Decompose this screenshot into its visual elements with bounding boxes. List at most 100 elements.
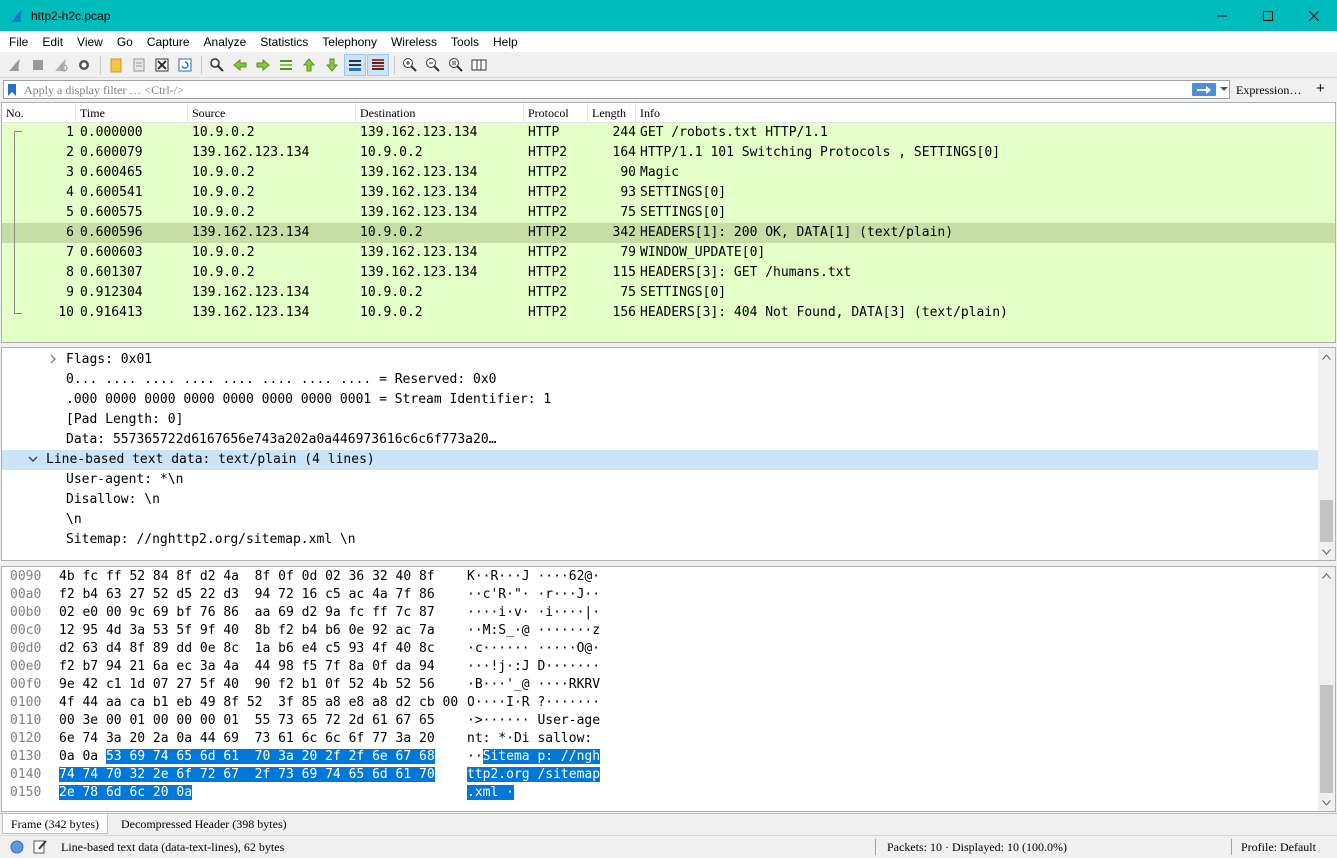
go-forward-button[interactable] bbox=[252, 54, 274, 76]
menu-view[interactable]: View bbox=[70, 35, 110, 49]
menu-go[interactable]: Go bbox=[110, 35, 140, 49]
ascii-bytes[interactable]: ttp2.org /sitemap bbox=[467, 767, 601, 782]
detail-tree-item[interactable]: \n bbox=[2, 510, 1320, 530]
hex-bytes[interactable]: 6e 74 3a 20 2a 0a 44 69 73 61 6c 6c 6f 7… bbox=[59, 731, 435, 746]
zoom-out-button[interactable] bbox=[422, 54, 444, 76]
restart-capture-button[interactable] bbox=[50, 54, 72, 76]
menu-analyze[interactable]: Analyze bbox=[197, 35, 254, 49]
detail-tree-item[interactable]: Sitemap: //nghttp2.org/sitemap.xml \n bbox=[2, 530, 1320, 550]
chevron-down-icon[interactable] bbox=[1219, 84, 1229, 94]
chevron-right-icon[interactable] bbox=[49, 353, 57, 365]
packet-row[interactable]: 5 0.600575 10.9.0.2 139.162.123.134 HTTP2 75 S… bbox=[2, 203, 1335, 223]
menu-wireless[interactable]: Wireless bbox=[384, 35, 444, 49]
detail-tree-item[interactable]: Disallow: \n bbox=[2, 490, 1320, 510]
packet-row[interactable]: 8 0.601307 10.9.0.2 139.162.123.134 HTTP2 115… bbox=[2, 263, 1335, 283]
save-file-button[interactable] bbox=[128, 54, 150, 76]
capture-options-button[interactable] bbox=[73, 54, 95, 76]
close-file-button[interactable] bbox=[151, 54, 173, 76]
detail-tree-item[interactable]: Line-based text data: text/plain (4 line… bbox=[2, 450, 1320, 470]
details-scrollbar[interactable] bbox=[1318, 348, 1335, 560]
go-to-packet-button[interactable] bbox=[275, 54, 297, 76]
profile-label[interactable]: Profile: Default bbox=[1241, 840, 1316, 855]
close-button[interactable] bbox=[1291, 0, 1337, 31]
ascii-bytes[interactable]: ····i·v· ·i····|· bbox=[467, 605, 600, 620]
go-back-button[interactable] bbox=[229, 54, 251, 76]
column-header-info[interactable]: Info bbox=[640, 106, 660, 121]
column-header-source[interactable]: Source bbox=[192, 106, 225, 121]
zoom-normal-button[interactable] bbox=[445, 54, 467, 76]
menu-file[interactable]: File bbox=[2, 35, 35, 49]
detail-tree-item[interactable]: 0... .... .... .... .... .... .... .... … bbox=[2, 370, 1320, 390]
resize-columns-button[interactable] bbox=[468, 54, 490, 76]
find-packet-button[interactable] bbox=[206, 54, 228, 76]
open-file-button[interactable] bbox=[105, 54, 127, 76]
column-header-protocol[interactable]: Protocol bbox=[528, 106, 569, 121]
start-capture-button[interactable] bbox=[4, 54, 26, 76]
details-scroll-thumb[interactable] bbox=[1320, 500, 1333, 542]
auto-scroll-button[interactable] bbox=[344, 54, 366, 76]
packet-row[interactable]: 1 0.000000 10.9.0.2 139.162.123.134 HTTP 244 G… bbox=[2, 123, 1335, 143]
column-header-length[interactable]: Length bbox=[592, 106, 626, 121]
ascii-bytes[interactable]: .xml · bbox=[467, 785, 514, 800]
display-filter-input[interactable]: Apply a display filter … <Ctrl-/> bbox=[3, 80, 1230, 99]
last-packet-button[interactable] bbox=[321, 54, 343, 76]
hex-bytes[interactable]: 02 e0 00 9c 69 bf 76 86 aa 69 d2 9a fc f… bbox=[59, 605, 435, 620]
ascii-bytes[interactable]: ·c······ ·····O@· bbox=[467, 641, 600, 656]
scroll-up-button[interactable] bbox=[1318, 348, 1335, 365]
ascii-bytes[interactable]: ··Sitema p: //ngh bbox=[467, 749, 601, 764]
packet-row[interactable]: 3 0.600465 10.9.0.2 139.162.123.134 HTTP2 90 M… bbox=[2, 163, 1335, 183]
menu-statistics[interactable]: Statistics bbox=[253, 35, 315, 49]
packet-row[interactable]: 7 0.600603 10.9.0.2 139.162.123.134 HTTP2 79 W… bbox=[2, 243, 1335, 263]
hex-bytes[interactable]: 9e 42 c1 1d 07 27 5f 40 90 f2 b1 0f 52 4… bbox=[59, 677, 435, 692]
ascii-bytes[interactable]: nt: *·Di sallow: bbox=[467, 731, 600, 746]
menu-tools[interactable]: Tools bbox=[444, 35, 486, 49]
ascii-bytes[interactable]: K··R···J ····62@· bbox=[467, 569, 600, 584]
bytes-scroll-thumb[interactable] bbox=[1320, 685, 1333, 793]
bytes-scrollbar[interactable] bbox=[1318, 567, 1335, 811]
hex-bytes[interactable]: 4b fc ff 52 84 8f d2 4a 8f 0f 0d 02 36 3… bbox=[59, 569, 435, 584]
hex-bytes[interactable]: 12 95 4d 3a 53 5f 9f 40 8b f2 b4 b6 0e 9… bbox=[59, 623, 435, 638]
column-header-time[interactable]: Time bbox=[80, 106, 105, 121]
detail-tree-item[interactable]: User-agent: *\n bbox=[2, 470, 1320, 490]
bookmark-icon[interactable] bbox=[6, 83, 18, 97]
hex-bytes[interactable]: f2 b4 63 27 52 d5 22 d3 94 72 16 c5 ac 4… bbox=[59, 587, 435, 602]
packet-row[interactable]: 10 0.916413 139.162.123.134 10.9.0.2 HTTP2 15… bbox=[2, 303, 1335, 323]
hex-bytes[interactable]: 4f 44 aa ca b1 eb 49 8f 52 3f 85 a8 e8 a… bbox=[59, 695, 458, 710]
hex-bytes[interactable]: f2 b7 94 21 6a ec 3a 4a 44 98 f5 7f 8a 0… bbox=[59, 659, 435, 674]
maximize-button[interactable] bbox=[1245, 0, 1291, 31]
colorize-button[interactable] bbox=[367, 54, 389, 76]
packet-row[interactable]: 6 0.600596 139.162.123.134 10.9.0.2 HTTP2 342… bbox=[2, 223, 1335, 243]
first-packet-button[interactable] bbox=[298, 54, 320, 76]
hex-bytes[interactable]: 0a 0a 53 69 74 65 6d 61 70 3a 20 2f 2f 6… bbox=[59, 749, 435, 764]
chevron-down-icon[interactable] bbox=[27, 453, 39, 465]
scroll-down-button[interactable] bbox=[1318, 543, 1335, 560]
add-filter-button[interactable]: + bbox=[1316, 80, 1325, 97]
hex-bytes[interactable]: 2e 78 6d 6c 20 0a bbox=[59, 785, 193, 800]
tab-frame-bytes[interactable]: Frame (342 bytes) bbox=[2, 814, 108, 834]
scroll-up-button[interactable] bbox=[1318, 567, 1335, 584]
ascii-bytes[interactable]: ·>······ User-age bbox=[467, 713, 600, 728]
column-header-destination[interactable]: Destination bbox=[360, 106, 415, 121]
ascii-bytes[interactable]: ··c'R·"· ·r···J·· bbox=[467, 587, 600, 602]
hex-bytes[interactable]: 74 74 70 32 2e 6f 72 67 2f 73 69 74 65 6… bbox=[59, 767, 435, 782]
packet-row[interactable]: 4 0.600541 10.9.0.2 139.162.123.134 HTTP2 93 S… bbox=[2, 183, 1335, 203]
expert-info-icon[interactable] bbox=[10, 840, 24, 854]
hex-bytes[interactable]: d2 63 d4 8f 89 dd 0e 8c 1a b6 e4 c5 93 4… bbox=[59, 641, 435, 656]
packet-row[interactable]: 9 0.912304 139.162.123.134 10.9.0.2 HTTP2 75 S… bbox=[2, 283, 1335, 303]
menu-edit[interactable]: Edit bbox=[35, 35, 70, 49]
menu-capture[interactable]: Capture bbox=[140, 35, 197, 49]
ascii-bytes[interactable]: ···!j·:J D······· bbox=[467, 659, 600, 674]
menu-telephony[interactable]: Telephony bbox=[315, 35, 384, 49]
ascii-bytes[interactable]: ··M:S_·@ ·······z bbox=[467, 623, 600, 638]
column-header-no[interactable]: No. bbox=[6, 106, 24, 121]
apply-filter-button[interactable] bbox=[1192, 83, 1216, 96]
detail-tree-item[interactable]: [Pad Length: 0] bbox=[2, 410, 1320, 430]
scroll-down-button[interactable] bbox=[1318, 794, 1335, 811]
reload-file-button[interactable] bbox=[174, 54, 196, 76]
detail-tree-item[interactable]: .000 0000 0000 0000 0000 0000 0000 0001 … bbox=[2, 390, 1320, 410]
hex-bytes[interactable]: 00 3e 00 01 00 00 00 01 55 73 65 72 2d 6… bbox=[59, 713, 435, 728]
edit-comment-icon[interactable] bbox=[33, 839, 48, 854]
detail-tree-item[interactable]: Flags: 0x01 bbox=[2, 350, 1320, 370]
stop-capture-button[interactable] bbox=[27, 54, 49, 76]
detail-tree-item[interactable]: Data: 557365722d6167656e743a202a0a446973… bbox=[2, 430, 1320, 450]
